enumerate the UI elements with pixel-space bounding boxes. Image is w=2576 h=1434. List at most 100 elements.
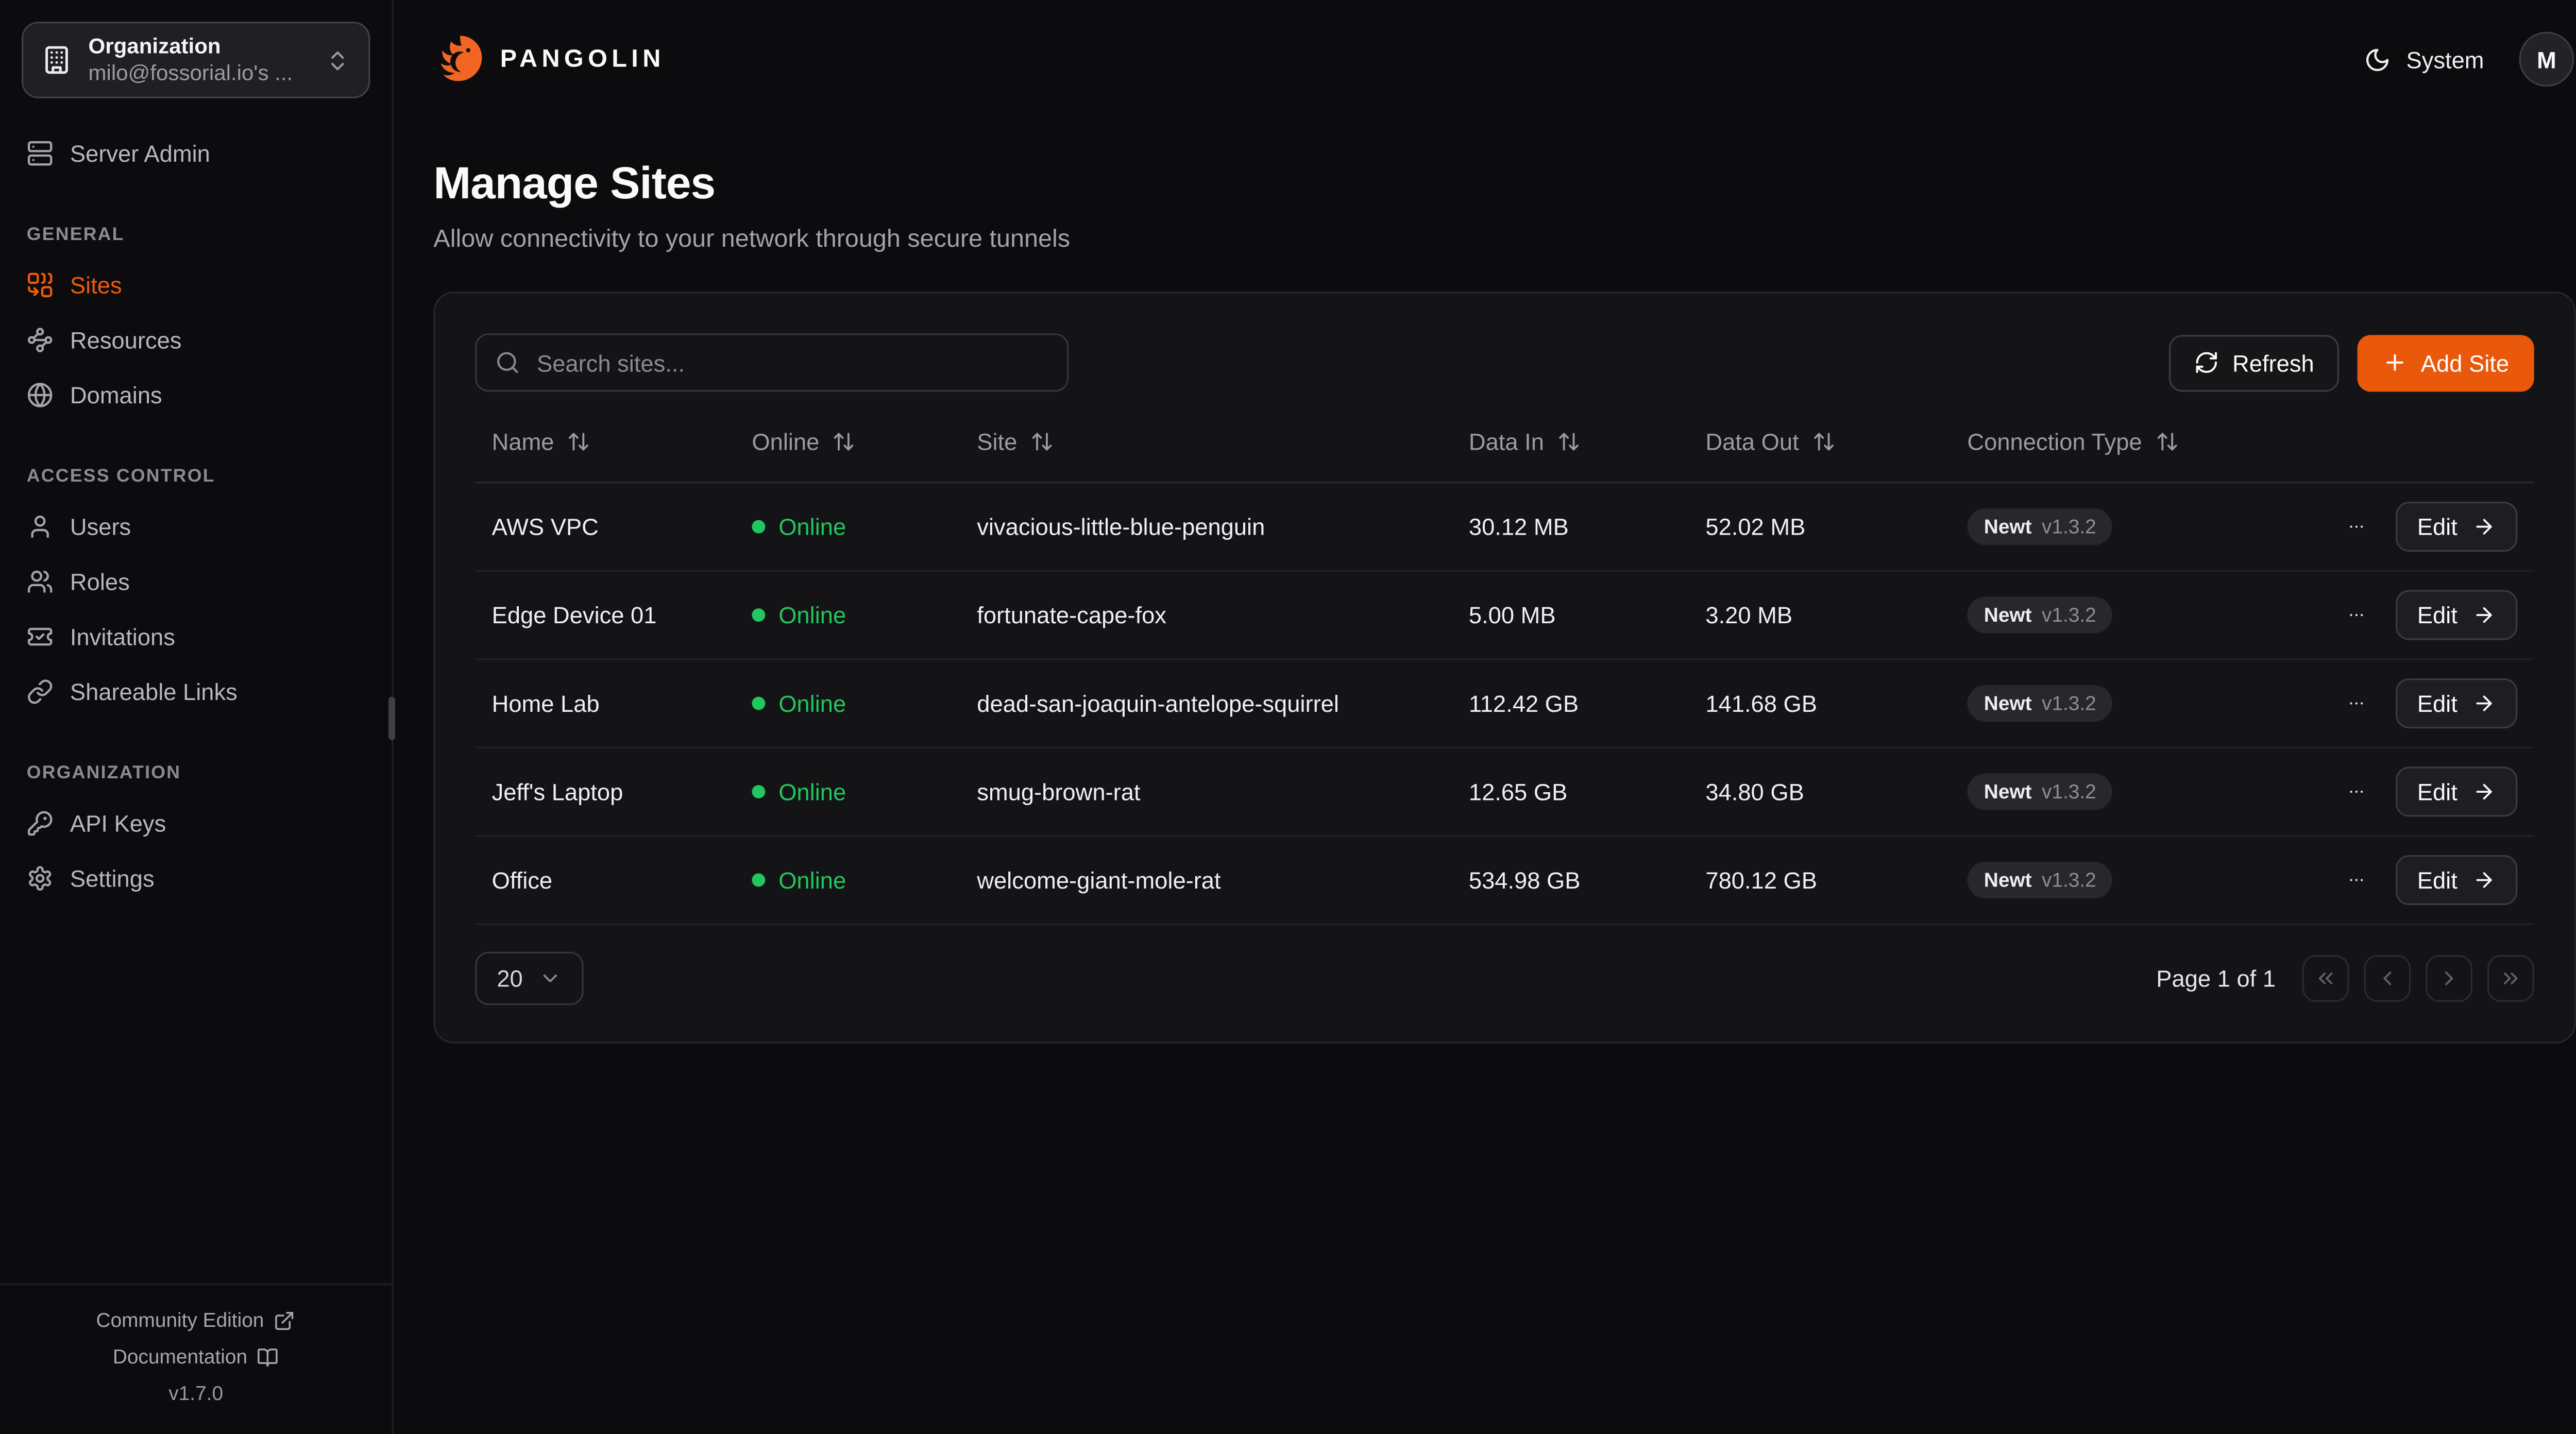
sidebar-item-users[interactable]: Users <box>27 499 365 554</box>
cell-data-out: 52.02 MB <box>1689 483 1951 571</box>
online-status-label: Online <box>778 514 846 540</box>
first-page-button[interactable] <box>2302 955 2349 1002</box>
avatar[interactable]: M <box>2519 31 2574 87</box>
sidebar-item-label: Sites <box>70 271 122 298</box>
last-page-button[interactable] <box>2487 955 2534 1002</box>
table-row[interactable]: Edge Device 01 Online fortunate-cape-fox… <box>475 571 2534 659</box>
online-status-label: Online <box>778 778 846 805</box>
theme-label: System <box>2406 46 2484 73</box>
column-sort-control[interactable]: Connection Type <box>1967 429 2178 455</box>
sidebar-item-api-keys[interactable]: API Keys <box>27 795 365 850</box>
column-header-data-in: Data In <box>1452 415 1689 483</box>
cell-data-out: 780.12 GB <box>1689 836 1951 925</box>
column-sort-control[interactable]: Name <box>492 429 591 455</box>
cell-site: vivacious-little-blue-penguin <box>960 483 1452 571</box>
column-sort-control[interactable]: Data In <box>1469 429 1581 455</box>
cell-actions: Edit <box>2331 836 2534 925</box>
cell-actions: Edit <box>2331 747 2534 836</box>
cell-data-in: 534.98 GB <box>1452 836 1689 925</box>
column-sort-control[interactable]: Data Out <box>1705 429 1836 455</box>
online-status-label: Online <box>778 602 846 628</box>
column-sort-control[interactable]: Site <box>977 429 1054 455</box>
avatar-initial: M <box>2537 46 2556 73</box>
connection-type-badge: Newt v1.3.2 <box>1967 862 2113 898</box>
column-sort-control[interactable]: Online <box>752 429 856 455</box>
column-header-actions <box>2331 415 2534 483</box>
sidebar-item-sites[interactable]: Sites <box>27 257 365 312</box>
cell-name: Home Lab <box>475 659 735 748</box>
gear-icon <box>27 864 54 891</box>
row-menu-button[interactable] <box>2347 602 2365 628</box>
row-menu-button[interactable] <box>2347 514 2365 540</box>
table-row[interactable]: Home Lab Online dead-san-joaquin-antelop… <box>475 659 2534 748</box>
sort-icon <box>567 430 590 453</box>
edit-button[interactable]: Edit <box>2396 767 2518 817</box>
org-switcher-title: Organization <box>89 33 309 60</box>
sort-icon <box>833 430 856 453</box>
documentation-link[interactable]: Documentation <box>20 1339 372 1376</box>
add-site-button[interactable]: Add Site <box>2358 334 2534 391</box>
cell-name: Edge Device 01 <box>475 571 735 659</box>
refresh-button[interactable]: Refresh <box>2169 334 2339 391</box>
edit-button[interactable]: Edit <box>2396 590 2518 640</box>
next-page-button[interactable] <box>2426 955 2472 1002</box>
search-input[interactable] <box>475 333 1069 391</box>
book-open-icon <box>258 1346 279 1368</box>
sidebar-item-settings[interactable]: Settings <box>27 850 365 905</box>
previous-page-button[interactable] <box>2364 955 2411 1002</box>
edit-button[interactable]: Edit <box>2396 855 2518 905</box>
cell-connection-type: Newt v1.3.2 <box>1951 659 2331 748</box>
connection-type-version: v1.3.2 <box>2042 780 2096 803</box>
edit-button[interactable]: Edit <box>2396 678 2518 728</box>
cell-data-in: 30.12 MB <box>1452 483 1689 571</box>
row-menu-button[interactable] <box>2347 778 2365 805</box>
cell-online: Online <box>735 571 960 659</box>
sidebar-item-server-admin[interactable]: Server Admin <box>27 125 365 180</box>
connection-type-badge: Newt v1.3.2 <box>1967 773 2113 810</box>
sidebar-item-roles[interactable]: Roles <box>27 553 365 608</box>
table-row[interactable]: AWS VPC Online vivacious-little-blue-pen… <box>475 483 2534 571</box>
cell-name: Office <box>475 836 735 925</box>
online-status-label: Online <box>778 690 846 717</box>
sidebar-item-label: Server Admin <box>70 139 210 166</box>
community-edition-label: Community Edition <box>96 1309 264 1332</box>
cell-connection-type: Newt v1.3.2 <box>1951 747 2331 836</box>
card-footer: 20 Page 1 of 1 <box>435 925 2574 1042</box>
row-menu-button[interactable] <box>2347 690 2365 717</box>
org-switcher[interactable]: Organization milo@fossorial.io's ... <box>22 22 370 98</box>
theme-toggle[interactable]: System <box>2365 46 2484 73</box>
table-body: AWS VPC Online vivacious-little-blue-pen… <box>475 483 2534 925</box>
sidebar-item-invitations[interactable]: Invitations <box>27 608 365 663</box>
app-version: v1.7.0 <box>20 1376 372 1412</box>
sidebar-item-shareable-links[interactable]: Shareable Links <box>27 663 365 719</box>
column-header-online: Online <box>735 415 960 483</box>
cell-site: dead-san-joaquin-antelope-squirrel <box>960 659 1452 748</box>
org-switcher-subtitle: milo@fossorial.io's ... <box>89 60 309 87</box>
sidebar-group-label: ACCESS CONTROL <box>27 467 365 487</box>
cell-data-in: 112.42 GB <box>1452 659 1689 748</box>
combine-icon <box>27 271 54 298</box>
chevron-left-icon <box>2376 967 2399 990</box>
cell-name: AWS VPC <box>475 483 735 571</box>
row-menu-button[interactable] <box>2347 867 2365 894</box>
brand[interactable]: PANGOLIN <box>433 33 665 85</box>
sidebar-resize-handle[interactable] <box>388 697 395 740</box>
sites-card: Refresh Add Site Name Online Site Data In Da… <box>433 292 2575 1043</box>
arrow-right-icon <box>2472 515 2496 538</box>
cell-data-out: 34.80 GB <box>1689 747 1951 836</box>
table-row[interactable]: Jeff's Laptop Online smug-brown-rat 12.6… <box>475 747 2534 836</box>
page-subtitle: Allow connectivity to your network throu… <box>433 225 2574 253</box>
table-row[interactable]: Office Online welcome-giant-mole-rat 534… <box>475 836 2534 925</box>
sidebar-group: ORGANIZATION API Keys Settings <box>27 763 365 905</box>
page-size-select[interactable]: 20 <box>475 952 583 1005</box>
sidebar-item-domains[interactable]: Domains <box>27 367 365 422</box>
ticket-check-icon <box>27 623 54 650</box>
sidebar-item-label: Shareable Links <box>70 677 238 704</box>
online-status-label: Online <box>778 867 846 894</box>
cell-online: Online <box>735 483 960 571</box>
sidebar-item-label: Invitations <box>70 623 175 650</box>
edit-button[interactable]: Edit <box>2396 502 2518 552</box>
globe-icon <box>27 381 54 407</box>
sidebar-item-resources[interactable]: Resources <box>27 312 365 367</box>
community-edition-link[interactable]: Community Edition <box>20 1303 372 1339</box>
